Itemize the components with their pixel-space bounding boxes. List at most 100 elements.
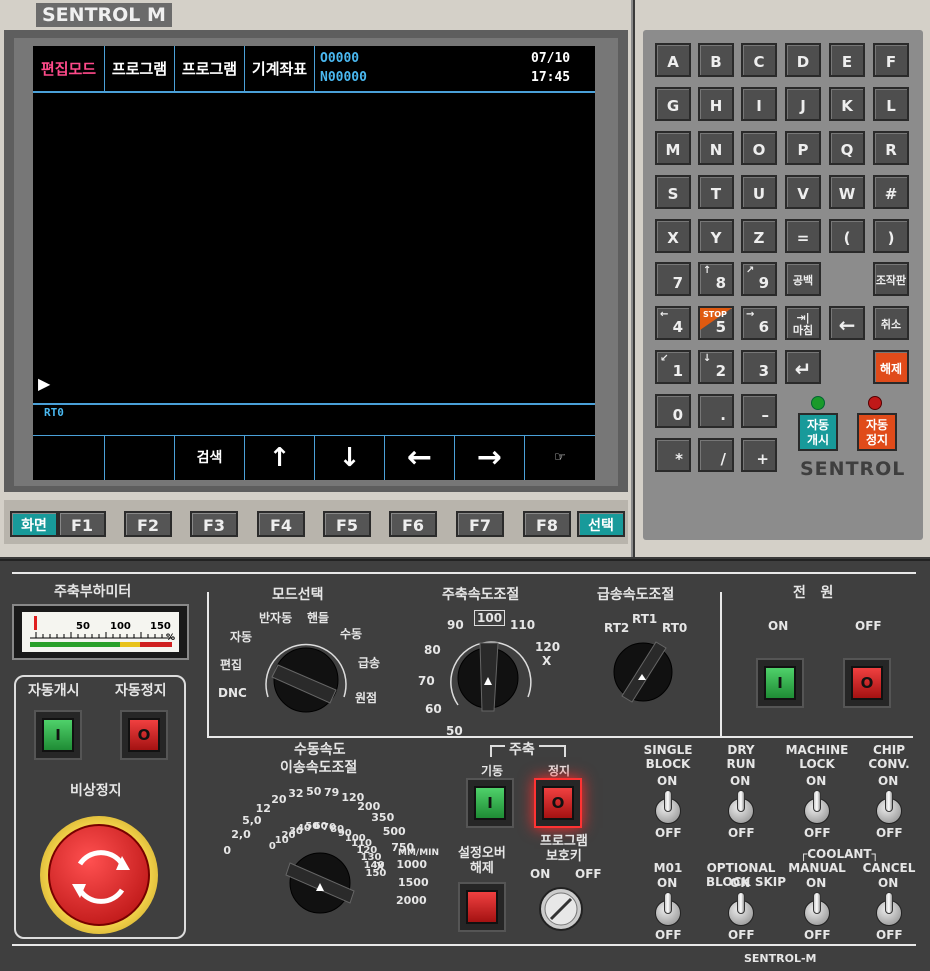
- softkey-search[interactable]: 검색: [175, 436, 245, 480]
- key-5[interactable]: STOP 5: [698, 306, 734, 340]
- key-1-4[interactable]: K: [829, 87, 865, 121]
- key-3[interactable]: 3: [741, 350, 777, 384]
- feed-override-dial[interactable]: [280, 845, 360, 920]
- key-0-3[interactable]: D: [785, 43, 821, 77]
- softkey-left-arrow-icon[interactable]: ←: [385, 436, 455, 480]
- f8-button[interactable]: F8: [523, 511, 571, 537]
- toggle-switch[interactable]: [725, 892, 757, 932]
- key-9[interactable]: ↗ 9: [741, 262, 777, 296]
- key-0-0[interactable]: A: [655, 43, 691, 77]
- key-3-1[interactable]: T: [698, 175, 734, 209]
- key-end[interactable]: ⇥| 마침: [785, 306, 821, 340]
- override-release-button[interactable]: [458, 882, 506, 932]
- f7-button[interactable]: F7: [456, 511, 504, 537]
- f6-button[interactable]: F6: [389, 511, 437, 537]
- key-3-4[interactable]: W: [829, 175, 865, 209]
- key-1-3[interactable]: J: [785, 87, 821, 121]
- toggle-label: SINGLE BLOCK: [643, 743, 693, 771]
- key-4-3[interactable]: =: [785, 219, 821, 253]
- key-0[interactable]: 0: [655, 394, 691, 428]
- auto-start-label: 자동개시: [28, 683, 80, 699]
- keypad-auto-start-button[interactable]: 자동 개시: [798, 413, 838, 451]
- tab-program-2[interactable]: 프로그램: [175, 46, 245, 92]
- key-panel[interactable]: 조작판: [873, 262, 909, 296]
- emergency-stop-button[interactable]: [40, 816, 158, 934]
- key-0-1[interactable]: B: [698, 43, 734, 77]
- key-3-5[interactable]: #: [873, 175, 909, 209]
- screen-button[interactable]: 화면: [10, 511, 58, 537]
- key-slash[interactable]: /: [698, 438, 734, 472]
- key-7[interactable]: 7: [655, 262, 691, 296]
- key-1-5[interactable]: L: [873, 87, 909, 121]
- key-4-5[interactable]: ): [873, 219, 909, 253]
- toggle-switch[interactable]: [873, 790, 905, 830]
- key-4-2[interactable]: Z: [741, 219, 777, 253]
- key-2-3[interactable]: P: [785, 131, 821, 165]
- f1-button[interactable]: F1: [58, 511, 106, 537]
- keypad-auto-stop-button[interactable]: 자동 정지: [857, 413, 897, 451]
- f3-button[interactable]: F3: [190, 511, 238, 537]
- toggle-off-label: OFF: [876, 928, 903, 942]
- mode-select-dial[interactable]: [250, 625, 360, 725]
- key-backspace[interactable]: ←: [829, 306, 865, 340]
- key-dot[interactable]: .: [698, 394, 734, 428]
- key-4[interactable]: ← 4: [655, 306, 691, 340]
- softkey-up-arrow-icon[interactable]: ↑: [245, 436, 315, 480]
- softkey-1[interactable]: [33, 436, 105, 480]
- select-button[interactable]: 선택: [577, 511, 625, 537]
- key-1-1[interactable]: H: [698, 87, 734, 121]
- key-3-3[interactable]: V: [785, 175, 821, 209]
- softkey-pointer-icon[interactable]: ☞: [525, 436, 595, 480]
- spindle-tick-50: 50: [446, 724, 463, 738]
- key-4-4[interactable]: (: [829, 219, 865, 253]
- key-1[interactable]: ↙ 1: [655, 350, 691, 384]
- auto-start-button[interactable]: I: [34, 710, 82, 760]
- power-on-button[interactable]: I: [756, 658, 804, 708]
- toggle-switch[interactable]: [725, 790, 757, 830]
- tab-program-1[interactable]: 프로그램: [105, 46, 175, 92]
- softkey-right-arrow-icon[interactable]: →: [455, 436, 525, 480]
- toggle-switch[interactable]: [801, 892, 833, 932]
- f5-button[interactable]: F5: [323, 511, 371, 537]
- key-8[interactable]: ↑ 8: [698, 262, 734, 296]
- key-2[interactable]: ↓ 2: [698, 350, 734, 384]
- spindle-speed-dial[interactable]: [440, 625, 540, 725]
- key-6[interactable]: → 6: [741, 306, 777, 340]
- softkey-down-arrow-icon[interactable]: ↓: [315, 436, 385, 480]
- softkey-2[interactable]: [105, 436, 175, 480]
- key-cancel[interactable]: 취소: [873, 306, 909, 340]
- key-2-4[interactable]: Q: [829, 131, 865, 165]
- toggle-switch[interactable]: [801, 790, 833, 830]
- power-off-button[interactable]: O: [843, 658, 891, 708]
- toggle-switch[interactable]: [652, 892, 684, 932]
- key-2-5[interactable]: R: [873, 131, 909, 165]
- key-3-2[interactable]: U: [741, 175, 777, 209]
- key-0-2[interactable]: C: [741, 43, 777, 77]
- key-space[interactable]: 공백: [785, 262, 821, 296]
- spindle-stop-button[interactable]: O: [534, 778, 582, 828]
- spindle-start-button[interactable]: I: [466, 778, 514, 828]
- rapid-speed-dial[interactable]: [608, 636, 678, 706]
- key-4-1[interactable]: Y: [698, 219, 734, 253]
- key-enter[interactable]: ↵: [785, 350, 821, 384]
- key-0-4[interactable]: E: [829, 43, 865, 77]
- f4-button[interactable]: F4: [257, 511, 305, 537]
- key-minus[interactable]: –: [741, 394, 777, 428]
- key-star[interactable]: *: [655, 438, 691, 472]
- key-plus[interactable]: +: [741, 438, 777, 472]
- key-4-0[interactable]: X: [655, 219, 691, 253]
- key-0-5[interactable]: F: [873, 43, 909, 77]
- toggle-switch[interactable]: [873, 892, 905, 932]
- tab-machine-coords[interactable]: 기계좌표: [245, 46, 315, 92]
- key-2-1[interactable]: N: [698, 131, 734, 165]
- key-1-0[interactable]: G: [655, 87, 691, 121]
- program-protect-keyswitch[interactable]: [537, 885, 585, 933]
- key-2-2[interactable]: O: [741, 131, 777, 165]
- toggle-switch[interactable]: [652, 790, 684, 830]
- f2-button[interactable]: F2: [124, 511, 172, 537]
- key-1-2[interactable]: I: [741, 87, 777, 121]
- key-release[interactable]: 해제: [873, 350, 909, 384]
- key-3-0[interactable]: S: [655, 175, 691, 209]
- auto-stop-button[interactable]: O: [120, 710, 168, 760]
- key-2-0[interactable]: M: [655, 131, 691, 165]
